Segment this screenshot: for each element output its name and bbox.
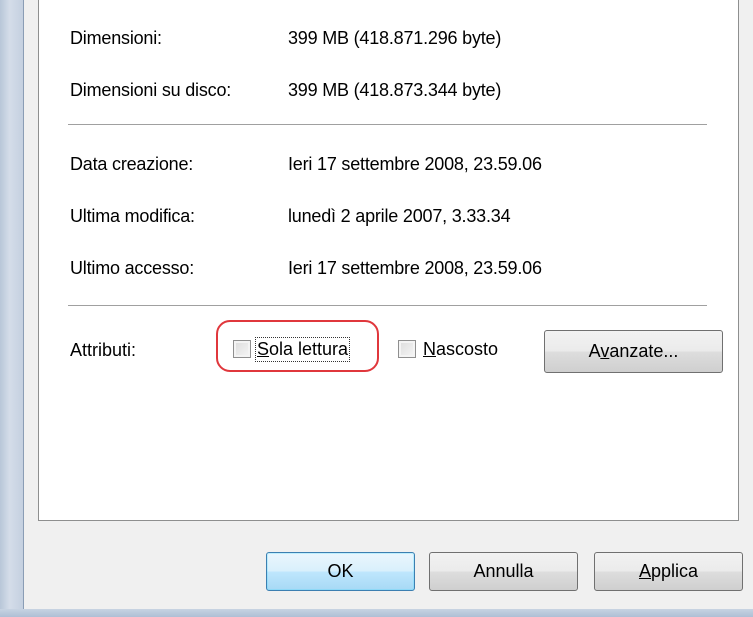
advanced-accel: v (600, 341, 610, 361)
advanced-rest: anzate... (609, 341, 679, 361)
apply-rest: pplica (650, 561, 699, 581)
window-frame-bottom (0, 609, 753, 617)
window-frame-left (0, 0, 24, 617)
separator (68, 124, 707, 126)
readonly-checkbox[interactable] (233, 340, 251, 358)
advanced-pre: A (588, 341, 601, 361)
readonly-label-rest: ola lettura (269, 339, 349, 359)
attributes-label: Attributi: (70, 340, 137, 360)
general-tab-page: Dimensioni: 399 MB (418.871.296 byte) Di… (38, 0, 739, 521)
cancel-button[interactable]: Annulla (429, 552, 578, 591)
hidden-label[interactable]: Nascosto (423, 339, 498, 360)
hidden-checkbox[interactable] (398, 340, 416, 358)
size-on-disk-value: 399 MB (418.873.344 byte) (288, 80, 502, 100)
hidden-label-rest: ascosto (436, 339, 499, 359)
apply-button[interactable]: Applica (594, 552, 743, 591)
apply-accel: A (638, 561, 651, 581)
modified-value: lunedì 2 aprile 2007, 3.33.34 (288, 206, 511, 226)
created-label: Data creazione: (70, 154, 194, 174)
size-label: Dimensioni: (70, 28, 162, 48)
hidden-accel: N (423, 339, 436, 359)
accessed-value: Ieri 17 settembre 2008, 23.59.06 (288, 258, 542, 278)
created-value: Ieri 17 settembre 2008, 23.59.06 (288, 154, 542, 174)
readonly-accel: S (257, 339, 270, 359)
advanced-button[interactable]: Avanzate... (544, 330, 723, 373)
size-value: 399 MB (418.871.296 byte) (288, 28, 502, 48)
separator (68, 305, 707, 307)
accessed-label: Ultimo accesso: (70, 258, 195, 278)
size-on-disk-label: Dimensioni su disco: (70, 80, 232, 100)
properties-dialog: Dimensioni: 399 MB (418.871.296 byte) Di… (24, 0, 753, 609)
readonly-label[interactable]: Sola lettura (254, 337, 351, 362)
ok-button[interactable]: OK (266, 552, 415, 591)
modified-label: Ultima modifica: (70, 206, 195, 226)
